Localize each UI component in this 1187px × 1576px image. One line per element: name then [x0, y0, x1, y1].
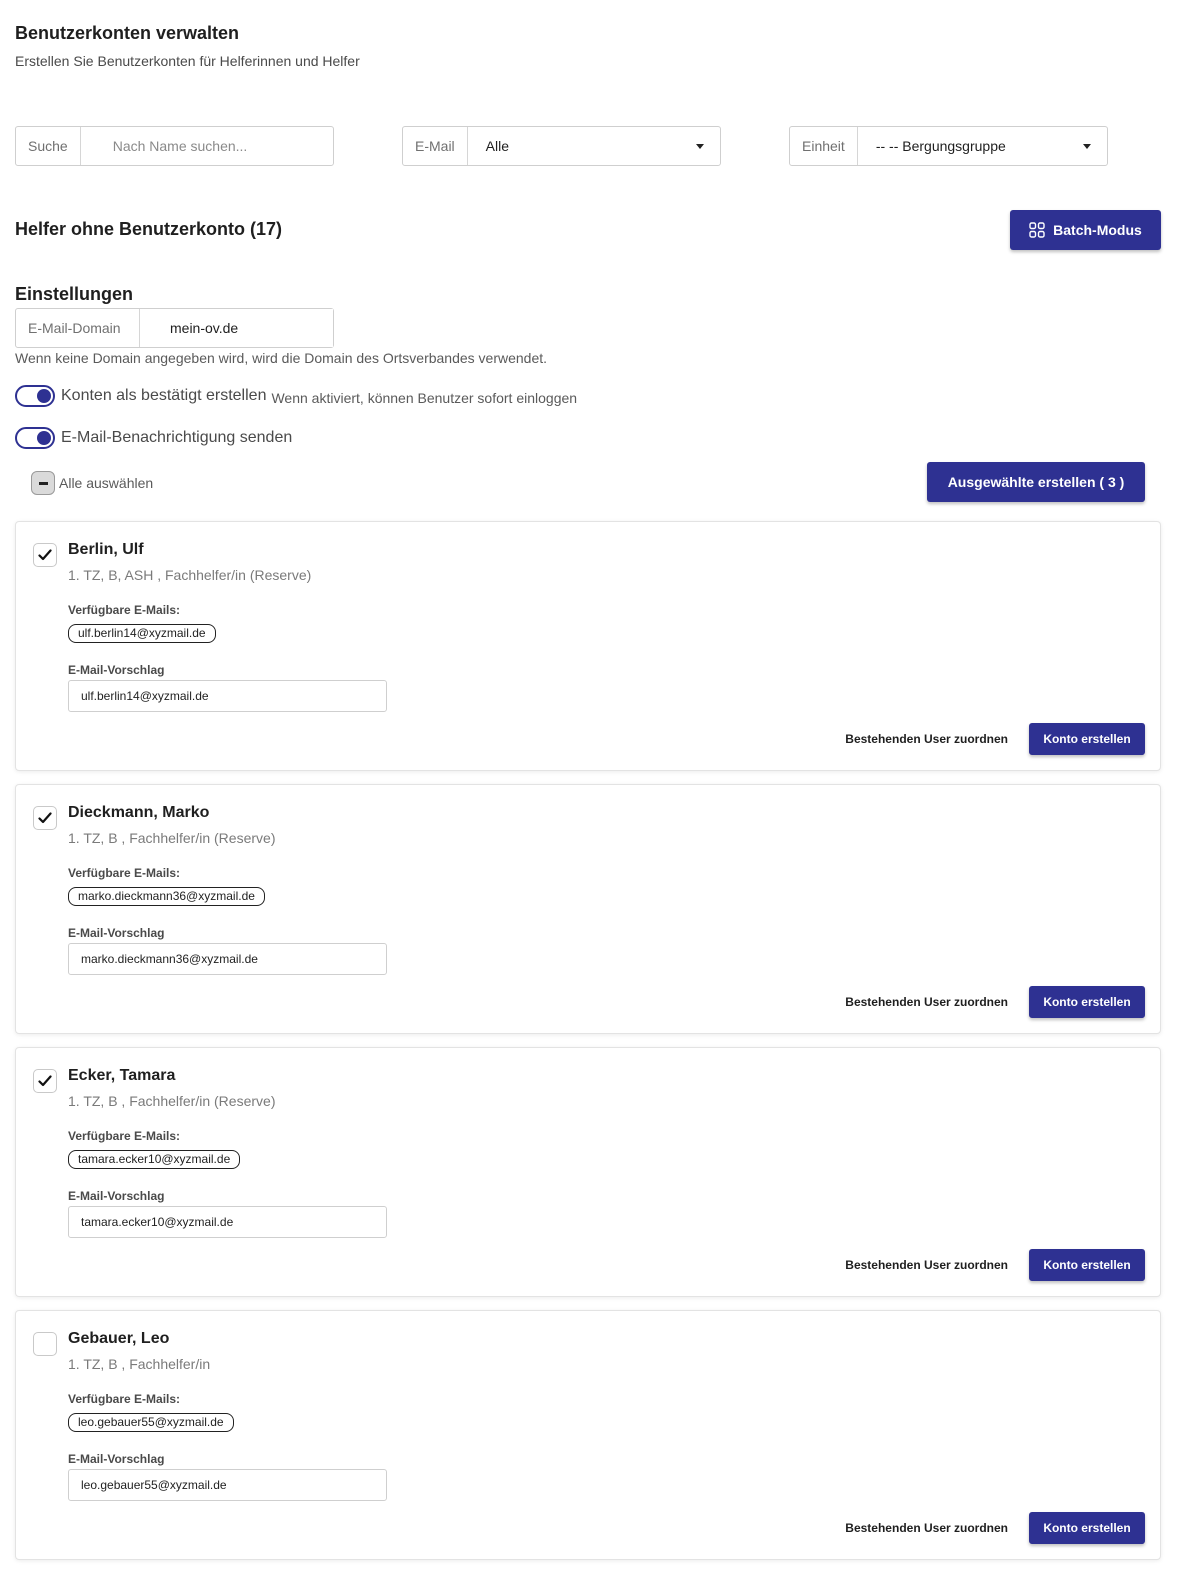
select-all[interactable]: Alle auswählen [31, 471, 153, 495]
assign-existing-user-button[interactable]: Bestehenden User zuordnen [816, 1512, 1038, 1544]
chevron-down-icon[interactable] [1083, 127, 1107, 165]
helper-meta: 1. TZ, B , Fachhelfer/in (Reserve) [68, 1093, 276, 1109]
confirm-accounts-label: Konten als bestätigt erstellen [61, 387, 267, 404]
available-emails-label: Verfügbare E-Mails: [68, 603, 181, 617]
email-domain-field: E-Mail-Domain [15, 308, 334, 348]
section-title: Helfer ohne Benutzerkonto (17) [15, 219, 283, 239]
available-emails-label: Verfügbare E-Mails: [68, 1392, 181, 1406]
helper-meta: 1. TZ, B, ASH , Fachhelfer/in (Reserve) [68, 567, 312, 583]
unit-filter-value[interactable]: -- -- Bergungsgruppe [858, 127, 1083, 165]
email-chip[interactable]: ulf.berlin14@xyzmail.de [68, 624, 216, 643]
page-subtitle: Erstellen Sie Benutzerkonten für Helferi… [15, 53, 360, 69]
page-title: Benutzerkonten verwalten [15, 23, 240, 43]
email-suggestion-input[interactable] [68, 943, 387, 975]
grid-icon [1029, 222, 1045, 238]
email-domain-label: E-Mail-Domain [16, 309, 140, 347]
search-label: Suche [16, 127, 81, 165]
email-chip[interactable]: leo.gebauer55@xyzmail.de [68, 1413, 234, 1432]
helper-meta: 1. TZ, B , Fachhelfer/in [68, 1356, 211, 1372]
helper-checkbox[interactable] [33, 543, 57, 567]
email-domain-input[interactable] [140, 309, 333, 347]
email-suggestion-input[interactable] [68, 1206, 387, 1238]
assign-existing-user-button[interactable]: Bestehenden User zuordnen [816, 986, 1038, 1018]
email-suggestion-label: E-Mail-Vorschlag [68, 1452, 165, 1466]
email-filter-value[interactable]: Alle [468, 127, 696, 165]
helper-card: Gebauer, Leo 1. TZ, B , Fachhelfer/in Verf… [15, 1310, 1161, 1560]
email-notification-toggle[interactable] [15, 427, 55, 449]
email-suggestion-label: E-Mail-Vorschlag [68, 663, 165, 677]
checkmark-icon [38, 1075, 52, 1087]
checkmark-icon [38, 549, 52, 561]
helper-name: Gebauer, Leo [68, 1330, 170, 1347]
batch-mode-button[interactable]: Batch-Modus [1010, 210, 1161, 250]
confirm-accounts-toggle[interactable] [15, 385, 55, 407]
helper-name: Dieckmann, Marko [68, 804, 210, 821]
email-chip[interactable]: tamara.ecker10@xyzmail.de [68, 1150, 241, 1169]
unit-filter[interactable]: Einheit -- -- Bergungsgruppe [789, 126, 1108, 166]
notify-toggle-row: E-Mail-Benachrichtigung senden [15, 427, 292, 449]
create-selected-button[interactable]: Ausgewählte erstellen ( 3 ) [927, 462, 1145, 502]
helper-checkbox[interactable] [33, 806, 57, 830]
checkmark-icon [38, 812, 52, 824]
email-suggestion-input[interactable] [68, 1469, 387, 1501]
create-account-button[interactable]: Konto erstellen [1029, 1249, 1145, 1281]
select-all-checkbox[interactable] [31, 471, 55, 495]
email-domain-hint: Wenn keine Domain angegeben wird, wird d… [15, 350, 548, 366]
assign-existing-user-button[interactable]: Bestehenden User zuordnen [816, 723, 1038, 755]
available-emails-label: Verfügbare E-Mails: [68, 866, 181, 880]
select-all-label: Alle auswählen [59, 475, 154, 491]
batch-mode-label: Batch-Modus [1053, 222, 1142, 238]
minus-icon [38, 481, 48, 485]
create-account-button[interactable]: Konto erstellen [1029, 986, 1145, 1018]
unit-filter-label: Einheit [790, 127, 858, 165]
email-filter-label: E-Mail [403, 127, 468, 165]
confirm-toggle-row: Konten als bestätigt erstellen Wenn akti… [15, 385, 577, 407]
search-input[interactable] [80, 127, 333, 165]
email-filter[interactable]: E-Mail Alle [402, 126, 721, 166]
helper-checkbox[interactable] [33, 1332, 57, 1356]
assign-existing-user-button[interactable]: Bestehenden User zuordnen [816, 1249, 1038, 1281]
email-chip[interactable]: marko.dieckmann36@xyzmail.de [68, 887, 265, 906]
email-suggestion-input[interactable] [68, 680, 387, 712]
create-account-button[interactable]: Konto erstellen [1029, 1512, 1145, 1544]
email-notification-label: E-Mail-Benachrichtigung senden [61, 429, 293, 446]
chevron-down-icon[interactable] [696, 127, 720, 165]
helper-name: Ecker, Tamara [68, 1067, 176, 1084]
helper-meta: 1. TZ, B , Fachhelfer/in (Reserve) [68, 830, 276, 846]
email-suggestion-label: E-Mail-Vorschlag [68, 926, 165, 940]
create-account-button[interactable]: Konto erstellen [1029, 723, 1145, 755]
available-emails-label: Verfügbare E-Mails: [68, 1129, 181, 1143]
search-filter: Suche [15, 126, 334, 166]
helper-card: Ecker, Tamara 1. TZ, B , Fachhelfer/in (R… [15, 1047, 1161, 1297]
helper-checkbox[interactable] [33, 1069, 57, 1093]
settings-title: Einstellungen [15, 284, 134, 304]
email-suggestion-label: E-Mail-Vorschlag [68, 1189, 165, 1203]
helper-card: Berlin, Ulf 1. TZ, B, ASH , Fachhelfer/in… [15, 521, 1161, 771]
helper-card: Dieckmann, Marko 1. TZ, B , Fachhelfer/in… [15, 784, 1161, 1034]
helper-name: Berlin, Ulf [68, 541, 144, 558]
confirm-accounts-hint: Wenn aktiviert, können Benutzer sofort e… [271, 389, 578, 406]
